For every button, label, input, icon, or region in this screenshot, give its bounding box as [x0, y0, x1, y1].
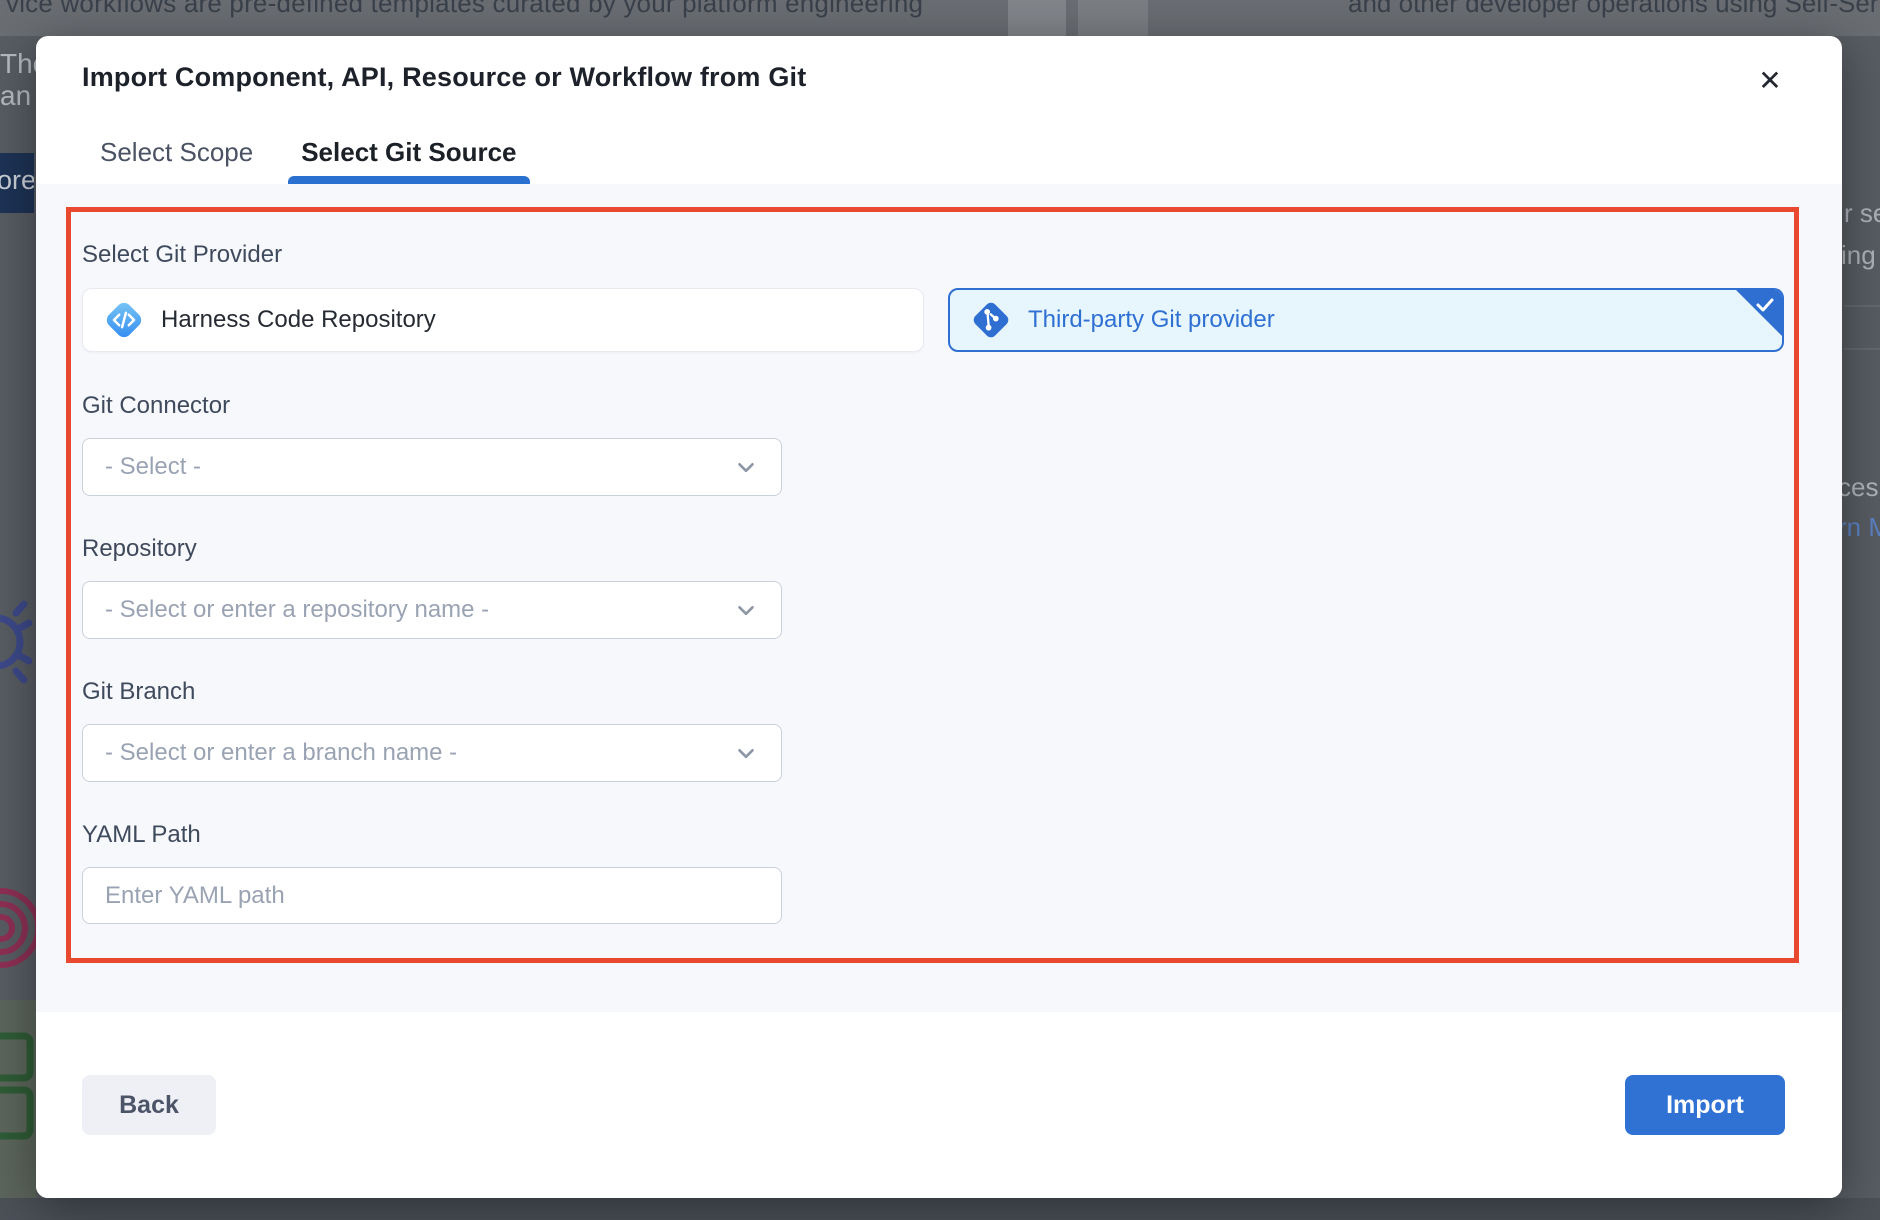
explore-button-fragment: ore	[0, 153, 34, 213]
dimmed-card-patch	[1008, 0, 1066, 36]
background-text-fragment: and other developer operations using Sel…	[1348, 0, 1878, 19]
chevron-down-icon	[733, 597, 759, 623]
provider-card-label: Harness Code Repository	[161, 306, 436, 334]
background-text-fragment: vice workflows are pre-defined templates…	[6, 0, 923, 19]
background-text-fragment: ing t	[1841, 240, 1880, 271]
background-text-fragment: The	[0, 48, 36, 80]
git-branch-field: Git Branch - Select or enter a branch na…	[82, 677, 1784, 782]
close-icon[interactable]: ✕	[1748, 58, 1792, 102]
modal-title: Import Component, API, Resource or Workf…	[82, 62, 1796, 93]
select-placeholder: - Select or enter a branch name -	[105, 739, 457, 767]
git-connector-select[interactable]: - Select -	[82, 438, 782, 496]
select-placeholder: - Select -	[105, 453, 201, 481]
yaml-path-label: YAML Path	[82, 820, 1784, 850]
back-button[interactable]: Back	[82, 1075, 216, 1135]
background-text-fragment: r sel	[1844, 198, 1880, 229]
dimmed-card-patch	[1078, 0, 1148, 36]
gear-icon	[0, 594, 36, 690]
check-icon	[1753, 293, 1777, 317]
import-from-git-modal: Import Component, API, Resource or Workf…	[36, 36, 1842, 1198]
chevron-down-icon	[733, 454, 759, 480]
background-text-fragment: an	[0, 80, 30, 112]
explore-button-label: ore	[0, 165, 34, 196]
dimmed-page-top-strip: vice workflows are pre-defined templates…	[0, 0, 1880, 36]
page: { "background": { "top_left_text": "vice…	[0, 0, 1880, 1220]
git-provider-options: Harness Code Repository Third-party	[82, 288, 1784, 352]
modal-tabs: Select Scope Select Git Source	[36, 93, 1842, 184]
modal-footer: Back Import	[36, 1012, 1842, 1198]
harness-code-icon	[101, 297, 147, 343]
stacked-squares-icon	[0, 1032, 36, 1142]
provider-card-harness-code[interactable]: Harness Code Repository	[82, 288, 924, 352]
modal-body: Select Git Provider	[36, 184, 1842, 1012]
git-provider-label: Select Git Provider	[82, 240, 1784, 270]
provider-card-label: Third-party Git provider	[1028, 306, 1275, 334]
import-button[interactable]: Import	[1625, 1075, 1785, 1135]
provider-card-third-party-git[interactable]: Third-party Git provider	[948, 288, 1784, 352]
highlighted-form-region: Select Git Provider	[66, 207, 1799, 963]
repository-field: Repository - Select or enter a repositor…	[82, 534, 1784, 639]
modal-header: Import Component, API, Resource or Workf…	[36, 36, 1842, 93]
git-icon	[968, 297, 1014, 343]
repository-label: Repository	[82, 534, 1784, 564]
git-branch-label: Git Branch	[82, 677, 1784, 707]
tab-select-scope[interactable]: Select Scope	[100, 137, 253, 184]
yaml-path-field: YAML Path	[82, 820, 1784, 924]
learn-more-link-fragment: rn M	[1838, 512, 1880, 543]
select-placeholder: - Select or enter a repository name -	[105, 596, 489, 624]
yaml-path-input[interactable]	[82, 867, 782, 924]
divider	[1844, 348, 1880, 350]
git-connector-label: Git Connector	[82, 391, 1784, 421]
chevron-down-icon	[733, 740, 759, 766]
divider	[1844, 305, 1880, 307]
dimmed-page-bottom-strip	[0, 1198, 1880, 1220]
git-branch-select[interactable]: - Select or enter a branch name -	[82, 724, 782, 782]
repository-select[interactable]: - Select or enter a repository name -	[82, 581, 782, 639]
git-connector-field: Git Connector - Select -	[82, 391, 1784, 496]
background-text-fragment: ces,	[1838, 472, 1880, 503]
tab-select-git-source[interactable]: Select Git Source	[301, 137, 516, 184]
